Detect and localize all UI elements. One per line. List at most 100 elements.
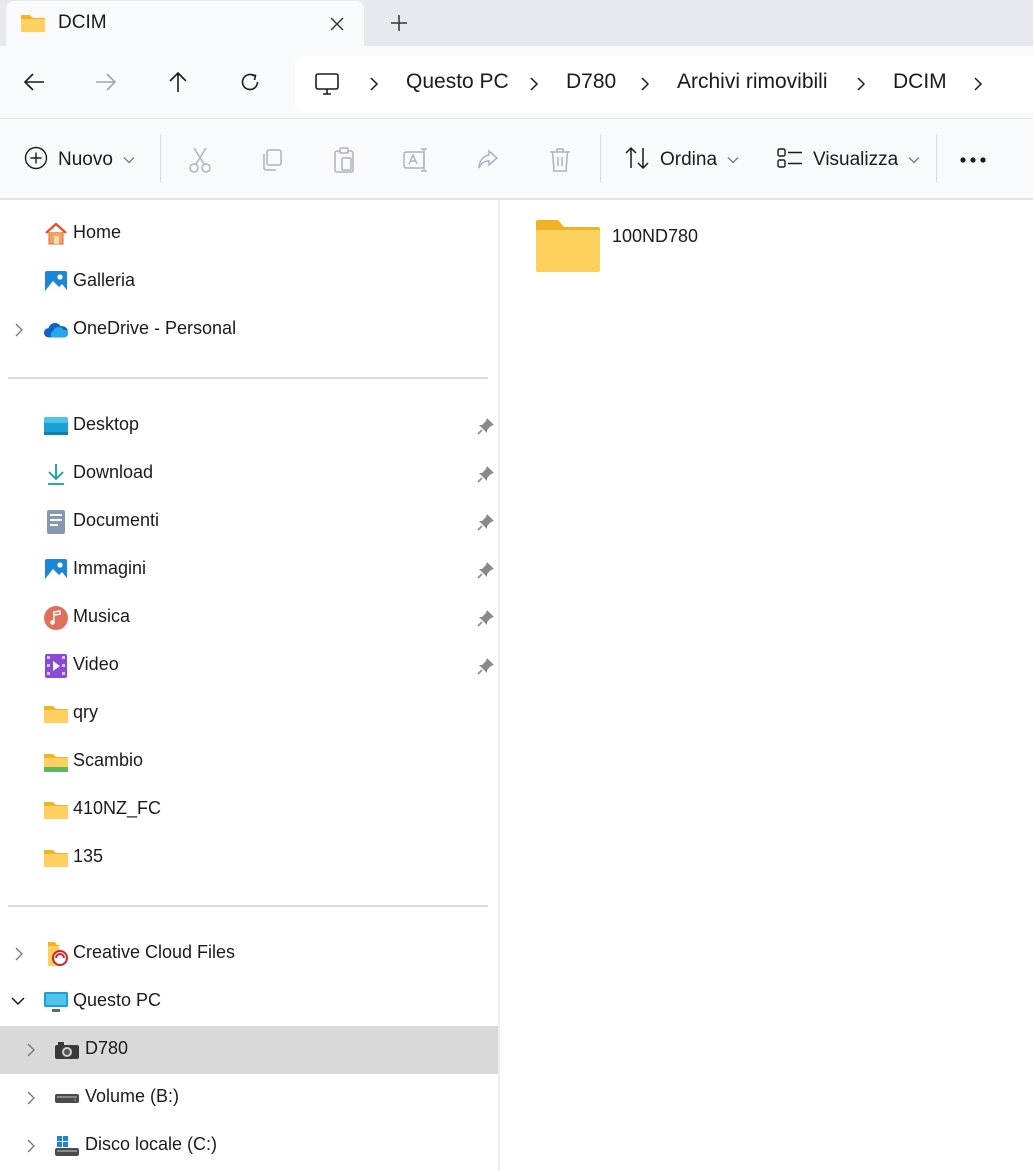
- chevron-right-icon[interactable]: [854, 76, 868, 92]
- chevron-right-icon[interactable]: [24, 1042, 38, 1058]
- sidebar-item-label: OneDrive - Personal: [73, 318, 237, 338]
- breadcrumb-dcim[interactable]: DCIM: [893, 70, 947, 94]
- folder-icon: [43, 797, 69, 823]
- view-icon: [777, 147, 803, 174]
- breadcrumb-d780[interactable]: D780: [566, 70, 616, 94]
- chevron-right-icon[interactable]: [12, 946, 26, 962]
- sidebar-item-label: Galleria: [73, 270, 136, 290]
- more-icon[interactable]: [956, 143, 990, 177]
- sidebar-item-label: D780: [85, 1038, 129, 1058]
- folder-item[interactable]: 100ND780: [532, 218, 832, 282]
- sidebar-item-questo-pc[interactable]: Questo PC: [0, 978, 498, 1026]
- home-icon: [43, 221, 69, 247]
- sidebar-item-label: qry: [73, 702, 99, 722]
- chevron-down-icon: [727, 151, 739, 169]
- sidebar-item-d780[interactable]: D780: [0, 1026, 498, 1074]
- cut-icon[interactable]: [183, 143, 217, 177]
- pin-icon[interactable]: [476, 464, 496, 484]
- sidebar-item-scambio[interactable]: Scambio: [0, 738, 498, 786]
- arrow-right-icon[interactable]: [86, 64, 126, 100]
- pin-icon[interactable]: [476, 416, 496, 436]
- view-button[interactable]: Visualizza: [777, 141, 920, 179]
- sidebar-item-music[interactable]: Musica: [0, 594, 498, 642]
- sidebar-item-gallery[interactable]: Galleria: [0, 258, 498, 306]
- chevron-right-icon[interactable]: [527, 76, 541, 92]
- drive-icon: [54, 1085, 80, 1111]
- sidebar-item-qry[interactable]: qry: [0, 690, 498, 738]
- chevron-right-icon[interactable]: [24, 1090, 38, 1106]
- chevron-right-icon[interactable]: [971, 76, 985, 92]
- refresh-icon[interactable]: [230, 64, 270, 100]
- sidebar-item-label: 135: [73, 846, 104, 866]
- sidebar-item-label: Musica: [73, 606, 131, 626]
- tab-title: DCIM: [58, 12, 107, 33]
- sidebar-item-label: Questo PC: [73, 990, 162, 1010]
- paste-icon[interactable]: [327, 143, 361, 177]
- pin-icon[interactable]: [476, 560, 496, 580]
- folder-icon: [43, 701, 69, 727]
- plus-icon[interactable]: [380, 6, 418, 40]
- chevron-down-icon[interactable]: [10, 994, 25, 1010]
- sidebar-item-documents[interactable]: Documenti: [0, 498, 498, 546]
- sidebar-item-410nz-fc[interactable]: 410NZ_FC: [0, 786, 498, 834]
- sidebar-item-135[interactable]: 135: [0, 834, 498, 882]
- folder-icon: [43, 845, 69, 871]
- sidebar-item-label: Desktop: [73, 414, 140, 434]
- close-icon[interactable]: [320, 9, 354, 39]
- sidebar-item-label: Documenti: [73, 510, 160, 530]
- arrow-left-icon[interactable]: [14, 64, 54, 100]
- delete-icon[interactable]: [543, 143, 577, 177]
- sidebar-item-label: Home: [73, 222, 122, 242]
- file-list: 100ND780: [502, 200, 1033, 1171]
- sidebar-divider: [8, 905, 488, 907]
- sidebar-item-label: Creative Cloud Files: [73, 942, 236, 962]
- navigation-pane: Home Galleria OneDrive - Personal Deskto…: [0, 200, 500, 1171]
- pictures-icon: [43, 557, 69, 583]
- sidebar-item-home[interactable]: Home: [0, 210, 498, 258]
- chevron-right-icon[interactable]: [367, 76, 381, 92]
- sidebar-item-download[interactable]: Download: [0, 450, 498, 498]
- music-icon: [43, 605, 69, 631]
- pin-icon[interactable]: [476, 608, 496, 628]
- tab-dcim[interactable]: DCIM: [6, 1, 364, 46]
- toolbar-divider: [936, 135, 937, 183]
- chevron-right-icon[interactable]: [638, 76, 652, 92]
- breadcrumb-questo-pc[interactable]: Questo PC: [406, 70, 509, 94]
- sidebar-item-onedrive[interactable]: OneDrive - Personal: [0, 306, 498, 354]
- sort-button[interactable]: Ordina: [624, 141, 739, 179]
- command-bar: Nuovo Ordina Visualizza: [0, 118, 1033, 200]
- copy-icon[interactable]: [255, 143, 289, 177]
- chevron-right-icon[interactable]: [24, 1138, 38, 1154]
- rename-icon[interactable]: [399, 143, 433, 177]
- shared-folder-icon: [43, 749, 69, 775]
- sidebar-item-video[interactable]: Video: [0, 642, 498, 690]
- sidebar-item-pictures[interactable]: Immagini: [0, 546, 498, 594]
- pin-icon[interactable]: [476, 512, 496, 532]
- new-label: Nuovo: [58, 149, 113, 170]
- folder-name: 100ND780: [612, 226, 699, 246]
- documents-icon: [43, 509, 69, 535]
- sidebar-item-label: Scambio: [73, 750, 144, 770]
- new-button[interactable]: Nuovo: [24, 141, 135, 179]
- sidebar-divider: [8, 377, 488, 379]
- cloud-icon: [43, 317, 69, 343]
- breadcrumb-archivi-rimovibili[interactable]: Archivi rimovibili: [677, 70, 828, 94]
- arrow-up-icon[interactable]: [158, 64, 198, 100]
- sidebar-item-disco-locale-c[interactable]: Disco locale (C:): [0, 1122, 498, 1170]
- title-bar: DCIM: [0, 0, 1033, 46]
- creative-cloud-icon: [45, 941, 71, 967]
- sidebar-item-label: Disco locale (C:): [85, 1134, 218, 1154]
- address-bar[interactable]: Questo PC D780 Archivi rimovibili DCIM: [295, 56, 1033, 112]
- sidebar-item-desktop[interactable]: Desktop: [0, 402, 498, 450]
- video-icon: [43, 653, 69, 679]
- toolbar-divider: [600, 135, 601, 183]
- share-icon[interactable]: [471, 143, 505, 177]
- chevron-right-icon[interactable]: [12, 322, 26, 338]
- sidebar-item-label: 410NZ_FC: [73, 798, 162, 818]
- camera-icon: [54, 1037, 80, 1063]
- add-circle-icon: [24, 146, 48, 175]
- pin-icon[interactable]: [476, 656, 496, 676]
- sidebar-item-volume-b[interactable]: Volume (B:): [0, 1074, 498, 1122]
- navigation-bar: Questo PC D780 Archivi rimovibili DCIM: [0, 46, 1033, 118]
- sidebar-item-creative-cloud[interactable]: Creative Cloud Files: [0, 930, 498, 978]
